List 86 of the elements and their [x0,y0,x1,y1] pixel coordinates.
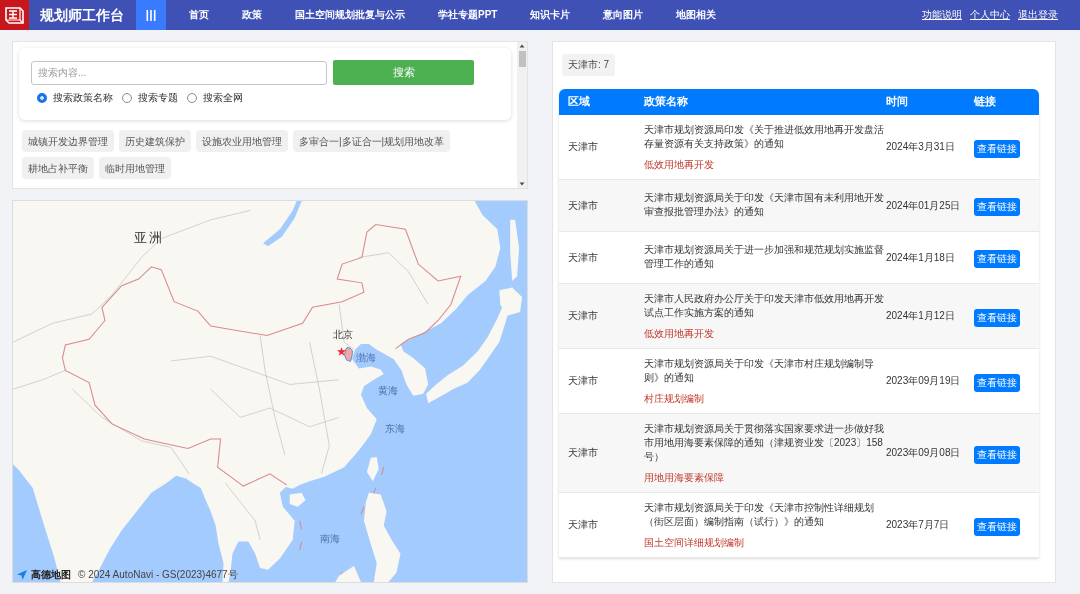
policy-title: 天津市规划资源局印发《关于推进低效用地再开发盘活存量资源有关支持政策》的通知 [644,122,885,151]
policy-title: 天津市人民政府办公厅关于印发天津市低效用地再开发试点工作实施方案的通知 [644,291,885,320]
region-text: 天津市 [568,250,599,265]
nav-link[interactable]: 学社专题PPT [438,10,498,20]
tag-chip[interactable]: 耕地占补平衡 [22,157,94,179]
radio-label[interactable]: 搜索专题 [138,93,178,103]
island [335,566,361,582]
header-link[interactable]: 功能说明 [922,10,962,20]
view-link-button[interactable]: 查看链接 [974,139,1020,158]
app-title: 规划师工作台 [40,8,124,22]
view-link-button[interactable]: 查看链接 [974,445,1020,464]
date-text: 2023年7月7日 [886,518,951,532]
scrollbar-track[interactable] [517,42,527,188]
star-marker-icon[interactable] [336,346,346,356]
scroll-up-arrow-icon[interactable] [517,42,527,50]
column-header: 政策名称 [644,96,689,107]
region-highlight [343,347,353,363]
column-header: 时间 [886,96,909,107]
region-text: 天津市 [568,518,599,532]
header-link[interactable]: 退出登录 [1018,10,1058,20]
date-text: 2024年3月31日 [886,140,956,154]
date-text: 2024年01月25日 [886,198,962,213]
radio-label[interactable]: 搜索全网 [203,93,243,103]
topic-label[interactable]: 用地用海要素保障 [644,471,724,484]
search-input[interactable]: 搜索内容... [31,60,327,85]
sea-label: 渤海 [356,352,377,363]
island [289,492,306,507]
date-text: 2023年09月08日 [886,446,962,460]
map-copyright: © 2024 AutoNavi - GS(2023)4677号 [78,570,238,580]
count-badge: 天津市: 7 [562,53,616,76]
region-text: 天津市 [568,140,599,154]
map-brand: 高德地图 [31,570,71,580]
view-link-button[interactable]: 查看链接 [974,517,1020,536]
view-link-button[interactable]: 查看链接 [974,373,1020,392]
nav-link[interactable]: 国土空间规划批复与公示 [295,10,405,20]
topic-label[interactable]: 国土空间详细规划编制 [644,536,744,549]
city-label: 北京 [332,329,353,340]
nav-link[interactable]: 首页 [189,10,209,20]
tag-chip[interactable]: 历史建筑保护 [119,130,191,152]
policy-title: 天津市规划资源局关于印发《天津市国有未利用地开发审查报批管理办法》的通知 [644,191,885,219]
view-link-button[interactable]: 查看链接 [974,308,1020,327]
lake [263,201,302,247]
scrollbar-thumb[interactable] [518,51,526,67]
menu-toggle-button[interactable] [136,0,166,30]
sea-label: 东海 [384,423,405,434]
topic-label[interactable]: 低效用地再开发 [644,158,714,171]
region-text: 天津市 [568,309,599,323]
header-link[interactable]: 个人中心 [970,10,1010,20]
nav-link[interactable]: 政策 [242,10,262,20]
view-link-button[interactable]: 查看链接 [974,250,1020,268]
scroll-down-arrow-icon[interactable] [517,180,527,188]
topic-label[interactable]: 村庄规划编制 [644,392,704,405]
radio-button[interactable] [187,93,197,103]
policy-title: 天津市规划资源局关于印发《天津市控制性详细规划（街区层面）编制指南（试行）》的通知 [644,500,875,529]
tag-chip[interactable]: 临时用地管理 [99,157,171,179]
nav-link[interactable]: 地图相关 [676,10,717,20]
island [366,456,379,482]
sea-label: 南海 [319,534,340,545]
island [510,219,520,281]
navigation-arrow-icon [17,570,27,580]
date-text: 2024年1月12日 [886,309,956,323]
tag-chip[interactable]: 多审合一|多证合一|规划用地改革 [293,130,451,152]
date-text: 2024年1月18日 [886,250,956,265]
region-text: 天津市 [568,446,599,460]
sea-label: 黄海 [377,386,398,397]
date-text: 2023年09月19日 [886,374,962,388]
tag-chip[interactable]: 城镇开发边界管理 [22,130,114,152]
nav-link[interactable]: 意向图片 [603,10,644,20]
policy-title: 天津市规划资源局关于进一步加强和规范规划实施监督管理工作的通知 [644,243,885,271]
policy-title: 天津市规划资源局关于印发《天津市村庄规划编制导则》的通知 [644,356,875,385]
continent-label: 亚洲 [134,231,165,245]
tag-chip[interactable]: 设施农业用地管理 [196,130,288,152]
region-text: 天津市 [568,374,599,388]
policy-title: 天津市规划资源局关于贯彻落实国家要求进一步做好我市用地用海要素保障的通知（津规资业发〔2023〕158号） [644,421,885,464]
radio-label[interactable]: 搜索政策名称 [53,93,113,103]
topic-label[interactable]: 低效用地再开发 [644,327,714,340]
radio-button[interactable] [37,93,47,103]
column-header: 链接 [974,96,997,107]
nav-link[interactable]: 知识卡片 [530,10,571,20]
menu-icon [146,9,156,21]
column-header: 区域 [568,96,591,107]
logo-icon [0,0,29,30]
map-panel[interactable]: 亚洲 北京 渤海 黄海 东海 南海 高德地图 © 2024 AutoNavi - GS(2023)4677号 [12,200,528,583]
radio-button[interactable] [122,93,132,103]
view-link-button[interactable]: 查看链接 [974,198,1020,216]
region-text: 天津市 [568,198,599,213]
